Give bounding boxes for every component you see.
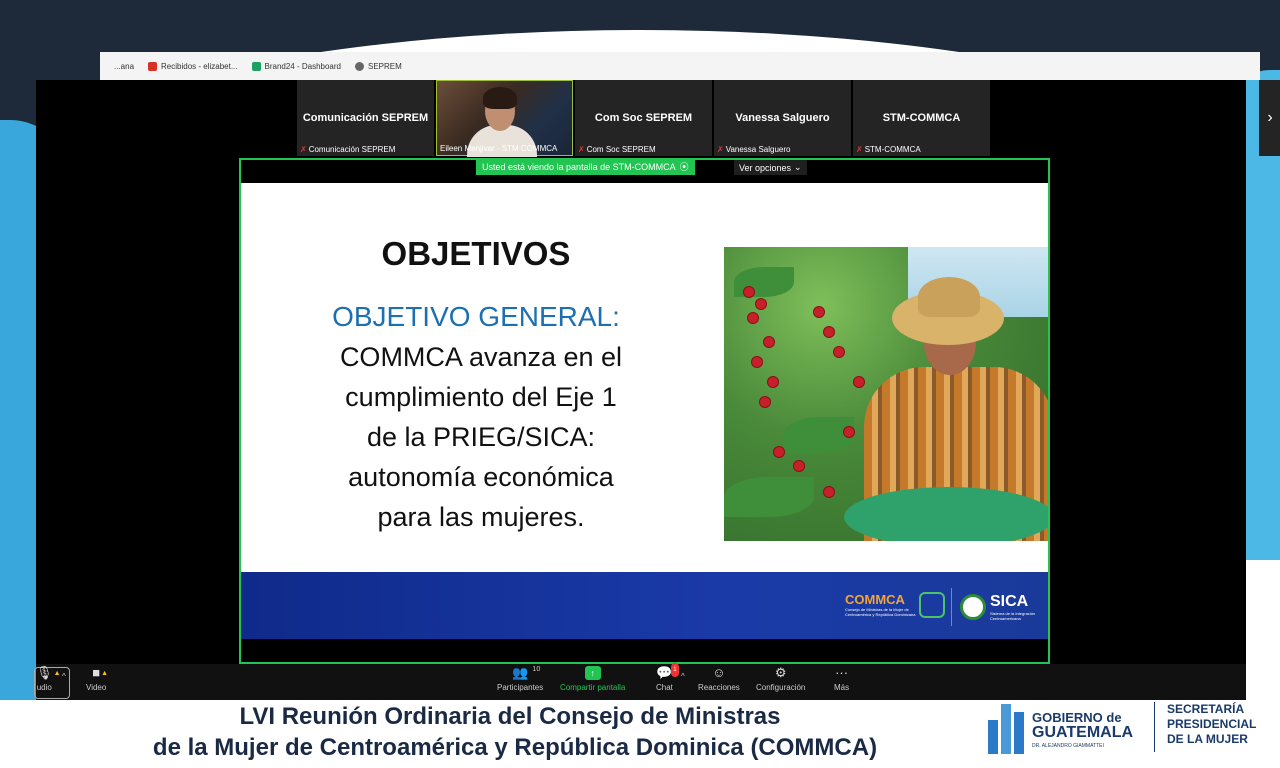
audio-button[interactable]: 🎙 ▲ udio: [34, 665, 70, 699]
settings-button[interactable]: ⚙ Configuración: [756, 665, 805, 693]
microphone-icon: 🎙 ▲: [36, 665, 61, 680]
flag-bars-icon: [988, 704, 1024, 754]
zoom-window: Comunicación SEPREM ✗ Comunicación SEPREM…: [34, 80, 1280, 700]
sica-emblem-icon: [960, 594, 986, 620]
secretaria-mujer-logo: SECRETARÍA PRESIDENCIAL DE LA MUJER: [1154, 702, 1274, 752]
reactions-button[interactable]: ☺ Reacciones: [698, 665, 740, 693]
next-participants-button[interactable]: ›: [1259, 80, 1280, 156]
chevron-up-icon: ^: [681, 672, 685, 681]
participant-tile-video[interactable]: Eileen Menjivar - STM COMMCA: [436, 80, 573, 157]
audio-options-button[interactable]: ^: [62, 672, 66, 681]
coffee-farmer-photo: [724, 247, 1048, 541]
bookmark-partial[interactable]: ...ana: [114, 62, 134, 71]
share-banner: Usted está viendo la pantalla de STM-COM…: [476, 158, 695, 175]
participant-tile[interactable]: Com Soc SEPREM ✗ Com Soc SEPREM: [575, 80, 712, 156]
gobierno-guatemala-logo: GOBIERNO de GUATEMALA DR. ALEJANDRO GIAM…: [988, 694, 1148, 760]
bookmarks-bar: ...ana Recibidos - elizabet... Brand24 -…: [100, 52, 1260, 80]
slide-title: OBJETIVOS: [381, 235, 571, 272]
mic-muted-icon: ✗: [717, 145, 724, 154]
share-screen-button[interactable]: ↑ Compartir pantalla: [560, 666, 625, 692]
pin-icon: ⦿: [679, 162, 689, 172]
brand24-icon: [251, 61, 261, 71]
mic-muted-icon: ✗: [578, 145, 585, 154]
video-button[interactable]: ■ ▲ Video: [86, 665, 109, 693]
participants-button[interactable]: 👥 10 Participantes: [497, 665, 543, 693]
bookmark-seprem[interactable]: SEPREM: [355, 61, 402, 71]
screen: ...ana Recibidos - elizabet... Brand24 -…: [0, 0, 1280, 768]
more-button[interactable]: ··· Más: [834, 665, 849, 693]
participant-tile[interactable]: Vanessa Salguero ✗ Vanessa Salguero: [714, 80, 851, 156]
slide-footer: COMMCA Consejo de Ministras de la Mujer …: [241, 572, 1048, 639]
chevron-up-icon: ^: [62, 672, 66, 681]
chat-options-button[interactable]: ^: [681, 672, 685, 681]
commca-mark-icon: [919, 592, 945, 618]
chat-button[interactable]: 💬 1 Chat: [656, 663, 679, 692]
warning-icon: ▲: [101, 670, 109, 677]
participant-strip: Comunicación SEPREM ✗ Comunicación SEPREM…: [297, 80, 1280, 157]
ellipsis-icon: ···: [835, 665, 849, 680]
camera-icon: ■ ▲: [92, 665, 109, 680]
smiley-icon: ☺: [712, 665, 726, 680]
gmail-icon: [148, 61, 158, 71]
participants-icon: 👥 10: [512, 665, 541, 680]
chevron-right-icon: ›: [1267, 109, 1273, 126]
mic-muted-icon: ✗: [300, 145, 307, 154]
share-screen-icon: ↑: [584, 666, 601, 680]
participant-tile[interactable]: STM-COMMCA ✗ STM-COMMCA: [853, 80, 990, 156]
commca-logo: COMMCA Consejo de Ministras de la Mujer …: [845, 592, 953, 626]
globe-icon: [355, 61, 364, 71]
bookmark-gmail[interactable]: Recibidos - elizabet...: [148, 61, 238, 71]
slide-body: COMMCA avanza en el cumplimiento del Eje…: [339, 342, 623, 532]
caption-line-1: LVI Reunión Ordinaria del Consejo de Min…: [239, 703, 781, 730]
gear-icon: ⚙: [774, 665, 787, 680]
participant-tile[interactable]: Comunicación SEPREM ✗ Comunicación SEPREM: [297, 80, 434, 156]
bookmark-brand24[interactable]: Brand24 - Dashboard: [251, 61, 341, 71]
mic-muted-icon: ✗: [856, 145, 863, 154]
presentation-slide: OBJETIVOS OBJETIVO GENERAL: COMMCA avanz…: [241, 183, 1048, 639]
chevron-down-icon: ⌄: [794, 162, 802, 172]
warning-icon: ▲: [53, 670, 61, 677]
view-options-button[interactable]: Ver opciones ⌄: [734, 160, 807, 175]
sica-logo: SICA Sistema de la Integración Centroame…: [951, 588, 1041, 626]
shared-screen: Usted está viendo la pantalla de STM-COM…: [239, 158, 1050, 664]
caption-line-2: de la Mujer de Centroamérica y República…: [152, 734, 878, 761]
slide-subtitle: OBJETIVO GENERAL:: [332, 301, 620, 332]
chat-icon: 💬 1: [656, 663, 679, 680]
